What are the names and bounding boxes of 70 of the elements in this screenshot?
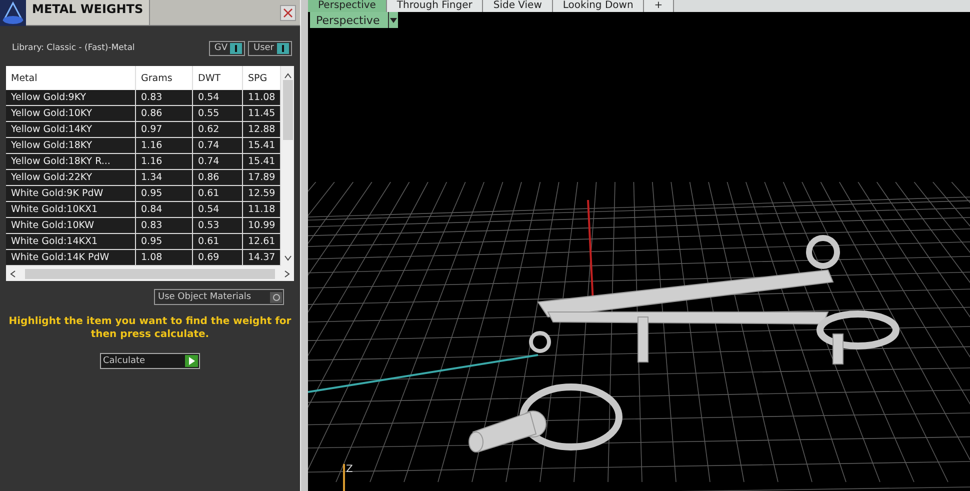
- table-cell[interactable]: Yellow Gold:22KY: [6, 170, 136, 186]
- table-cell: 0.84: [136, 202, 193, 218]
- table-cell: 0.83: [136, 90, 193, 106]
- close-button[interactable]: [280, 5, 296, 21]
- table-cell[interactable]: Yellow Gold:18KY R...: [6, 154, 136, 170]
- table-cell: 1.16: [136, 154, 193, 170]
- table-cell[interactable]: White Gold:14KX1: [6, 234, 136, 250]
- table-cell: 0.74: [193, 154, 243, 170]
- table-cell: 0.53: [193, 218, 243, 234]
- view-dropdown[interactable]: Perspective: [310, 12, 398, 28]
- table-cell: 0.86: [136, 106, 193, 122]
- view-tab[interactable]: Looking Down: [552, 0, 644, 12]
- table-cell: 11.08: [243, 90, 281, 106]
- table-cell: 1.16: [136, 138, 193, 154]
- column-header[interactable]: Grams: [136, 66, 193, 90]
- table-cell[interactable]: White Gold:9K PdW: [6, 186, 136, 202]
- window-title: METAL WEIGHTS: [26, 0, 150, 25]
- object-materials-toggle[interactable]: Use Object Materials: [154, 289, 284, 305]
- table-cell: 0.83: [136, 218, 193, 234]
- table-cell: 15.41: [243, 138, 281, 154]
- table-cell: 12.59: [243, 186, 281, 202]
- logo-icon: [0, 0, 26, 26]
- table-cell[interactable]: Yellow Gold:18KY: [6, 138, 136, 154]
- table-cell: 0.86: [193, 170, 243, 186]
- table-cell: 0.61: [193, 234, 243, 250]
- table-cell: 0.61: [193, 186, 243, 202]
- table-cell: 0.62: [193, 122, 243, 138]
- scrollbar-thumb[interactable]: [25, 268, 275, 278]
- table-cell[interactable]: Yellow Gold:9KY: [6, 90, 136, 106]
- table-cell: 1.08: [136, 250, 193, 266]
- splitter-handle[interactable]: [300, 0, 308, 491]
- table-cell[interactable]: White Gold:14K PdW: [6, 250, 136, 266]
- play-icon: [188, 357, 194, 365]
- toggle-button[interactable]: User: [248, 40, 292, 56]
- view-tab[interactable]: Perspective: [308, 0, 387, 12]
- table-cell[interactable]: Yellow Gold:10KY: [6, 106, 136, 122]
- column-header[interactable]: SPG: [243, 66, 281, 90]
- caret-icon: [390, 18, 397, 22]
- table-cell: 11.45: [243, 106, 281, 122]
- library-label: Library: Classic - (Fast)-Metal: [12, 43, 136, 53]
- view-tab[interactable]: Side View: [483, 0, 553, 12]
- axis-label: Z: [346, 464, 353, 475]
- table-cell: 12.61: [243, 234, 281, 250]
- table-cell: 0.97: [136, 122, 193, 138]
- table-cell[interactable]: White Gold:10KX1: [6, 202, 136, 218]
- calculate-button[interactable]: Calculate: [100, 353, 200, 369]
- table-cell: 0.74: [193, 138, 243, 154]
- scrollbar-thumb[interactable]: [282, 80, 292, 140]
- instruction-text: Highlight the item you want to find the weight for then press calculate.: [8, 315, 292, 341]
- column-header[interactable]: Metal: [6, 66, 136, 90]
- table-cell: 17.89: [243, 170, 281, 186]
- table-cell: 0.95: [136, 234, 193, 250]
- table-cell[interactable]: Yellow Gold:14KY: [6, 122, 136, 138]
- table-cell: 1.34: [136, 170, 193, 186]
- table-cell: 0.54: [193, 202, 243, 218]
- table-cell: 10.99: [243, 218, 281, 234]
- table-cell: 11.18: [243, 202, 281, 218]
- table-cell: 15.41: [243, 154, 281, 170]
- table-cell: 0.69: [193, 250, 243, 266]
- table-cell[interactable]: White Gold:10KW: [6, 218, 136, 234]
- table-cell: 12.88: [243, 122, 281, 138]
- column-header[interactable]: DWT: [193, 66, 243, 90]
- view-tab[interactable]: Through Finger: [386, 0, 484, 12]
- view-tab[interactable]: +: [644, 0, 674, 12]
- table-cell: 0.95: [136, 186, 193, 202]
- table-cell: 0.54: [193, 90, 243, 106]
- table-cell: 14.37: [243, 250, 281, 266]
- table-cell: 0.55: [193, 106, 243, 122]
- close-icon: [283, 8, 293, 18]
- toggle-button[interactable]: GV: [209, 40, 246, 56]
